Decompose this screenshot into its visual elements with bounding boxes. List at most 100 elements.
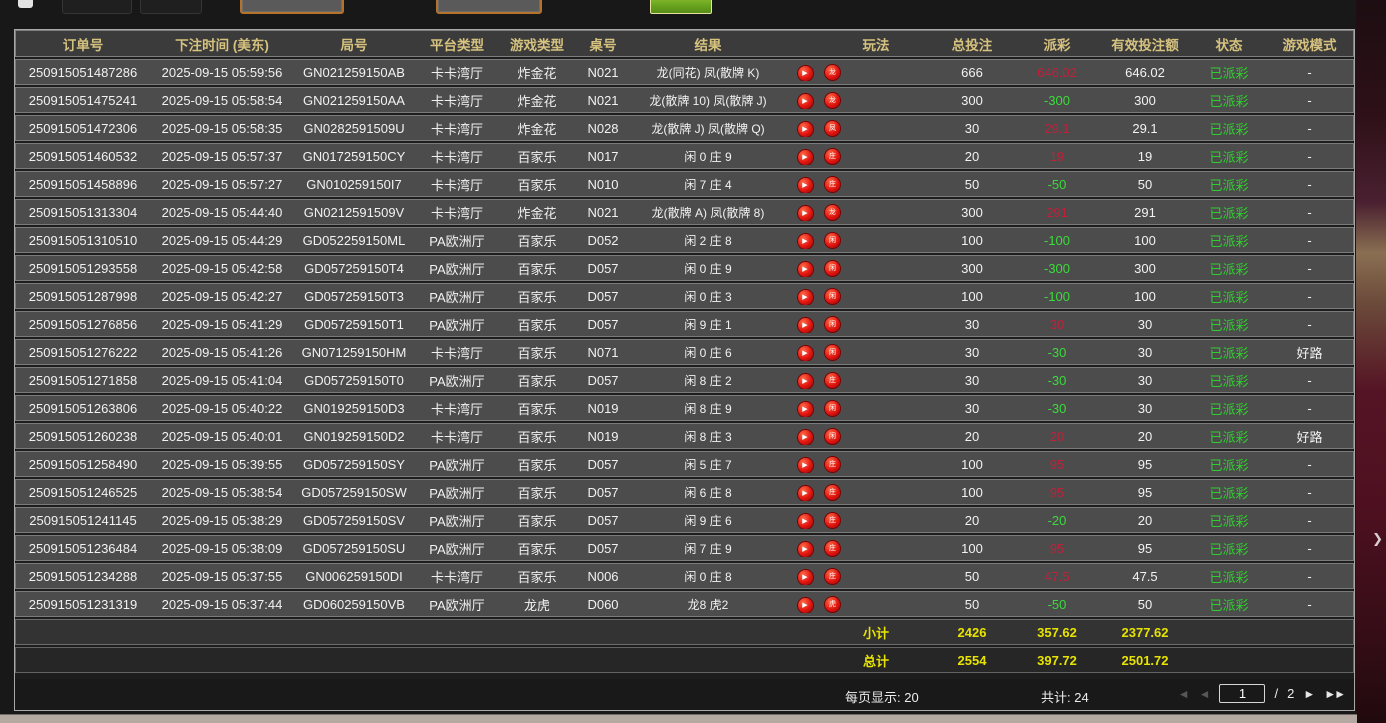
round-id: GN019259150D3 bbox=[293, 401, 415, 416]
first-page-button[interactable]: ◄ bbox=[1178, 687, 1190, 701]
total-value: 2501.72 bbox=[1097, 653, 1193, 668]
payout-amount: 19 bbox=[1017, 149, 1097, 164]
play-video-icon[interactable]: ▶ bbox=[798, 542, 813, 557]
total-bet: 30 bbox=[927, 317, 1017, 332]
play-video-icon[interactable]: ▶ bbox=[798, 374, 813, 389]
payout-amount: -100 bbox=[1017, 233, 1097, 248]
table-row: 2509150513133042025-09-15 05:44:40GN0212… bbox=[15, 199, 1354, 225]
valid-bet: 30 bbox=[1097, 373, 1193, 388]
play-video-icon[interactable]: ▶ bbox=[798, 598, 813, 613]
round-id: GN010259150I7 bbox=[293, 177, 415, 192]
records-panel: 订单号下注时间 (美东)局号平台类型游戏类型桌号结果玩法总投注派彩有效投注额状态… bbox=[14, 29, 1355, 711]
game-mode: - bbox=[1265, 457, 1354, 472]
play-video-icon[interactable]: ▶ bbox=[798, 150, 813, 165]
bet-option: 庄 bbox=[825, 541, 840, 556]
round-id: GN021259150AB bbox=[293, 65, 415, 80]
bet-time: 2025-09-15 05:40:01 bbox=[151, 429, 293, 444]
status-text: 已派彩 bbox=[1193, 567, 1265, 586]
prev-page-button[interactable]: ◄ bbox=[1199, 687, 1211, 701]
play-video-icon[interactable]: ▶ bbox=[798, 486, 813, 501]
game-type: 百家乐 bbox=[499, 539, 575, 558]
play-video-icon[interactable]: ▶ bbox=[798, 430, 813, 445]
result-text: 闲 7 庄 4 bbox=[631, 176, 785, 193]
play-video-icon[interactable]: ▶ bbox=[798, 234, 813, 249]
valid-bet: 20 bbox=[1097, 429, 1193, 444]
play-button-cell: ▶ bbox=[785, 203, 825, 221]
play-video-icon[interactable]: ▶ bbox=[798, 346, 813, 361]
play-video-icon[interactable]: ▶ bbox=[798, 458, 813, 473]
play-button-cell: ▶ bbox=[785, 63, 825, 81]
valid-bet: 291 bbox=[1097, 205, 1193, 220]
round-id: GN071259150HM bbox=[293, 345, 415, 360]
play-button-cell: ▶ bbox=[785, 147, 825, 165]
play-video-icon[interactable]: ▶ bbox=[798, 318, 813, 333]
order-id: 250915051475241 bbox=[15, 93, 151, 108]
table-header: 订单号下注时间 (美东)局号平台类型游戏类型桌号结果玩法总投注派彩有效投注额状态… bbox=[15, 30, 1354, 57]
next-page-button[interactable]: ► bbox=[1303, 687, 1315, 701]
order-id: 250915051276222 bbox=[15, 345, 151, 360]
bet-option: 闲 bbox=[825, 429, 840, 444]
round-id: GN006259150DI bbox=[293, 569, 415, 584]
game-mode: - bbox=[1265, 597, 1354, 612]
bet-option: 闲 bbox=[825, 401, 840, 416]
play-video-icon[interactable]: ▶ bbox=[798, 94, 813, 109]
result-text: 闲 6 庄 8 bbox=[631, 484, 785, 501]
play-video-icon[interactable]: ▶ bbox=[798, 66, 813, 81]
total-bet: 300 bbox=[927, 205, 1017, 220]
game-mode: - bbox=[1265, 149, 1354, 164]
table-number: N019 bbox=[575, 429, 631, 444]
order-id: 250915051241145 bbox=[15, 513, 151, 528]
bet-time: 2025-09-15 05:38:29 bbox=[151, 513, 293, 528]
valid-bet: 29.1 bbox=[1097, 121, 1193, 136]
payout-amount: 95 bbox=[1017, 541, 1097, 556]
toolbar-search-button[interactable] bbox=[650, 0, 712, 14]
total-bet: 30 bbox=[927, 401, 1017, 416]
table-row: 2509150514872862025-09-15 05:59:56GN0212… bbox=[15, 59, 1354, 85]
play-video-icon[interactable]: ▶ bbox=[798, 262, 813, 277]
payout-amount: 95 bbox=[1017, 485, 1097, 500]
round-id: GD057259150SV bbox=[293, 513, 415, 528]
total-value: 2426 bbox=[927, 625, 1017, 640]
play-video-icon[interactable]: ▶ bbox=[798, 402, 813, 417]
round-id: GD057259150T4 bbox=[293, 261, 415, 276]
bet-time: 2025-09-15 05:57:27 bbox=[151, 177, 293, 192]
total-bet: 20 bbox=[927, 429, 1017, 444]
game-type: 百家乐 bbox=[499, 287, 575, 306]
play-video-icon[interactable]: ▶ bbox=[798, 206, 813, 221]
valid-bet: 300 bbox=[1097, 261, 1193, 276]
payout-amount: 646.02 bbox=[1017, 65, 1097, 80]
toolbar-button-1[interactable] bbox=[62, 0, 132, 14]
platform-type: PA欧洲厅 bbox=[415, 483, 499, 502]
status-text: 已派彩 bbox=[1193, 371, 1265, 390]
bet-time: 2025-09-15 05:40:22 bbox=[151, 401, 293, 416]
play-video-icon[interactable]: ▶ bbox=[798, 290, 813, 305]
platform-type: PA欧洲厅 bbox=[415, 231, 499, 250]
bet-time: 2025-09-15 05:37:55 bbox=[151, 569, 293, 584]
round-id: GN0212591509V bbox=[293, 205, 415, 220]
bet-time: 2025-09-15 05:57:37 bbox=[151, 149, 293, 164]
bet-time: 2025-09-15 05:41:04 bbox=[151, 373, 293, 388]
game-mode: - bbox=[1265, 541, 1354, 556]
bet-option: 庄 bbox=[825, 177, 840, 192]
chevron-right-icon[interactable]: ❯ bbox=[1372, 531, 1383, 547]
order-id: 250915051234288 bbox=[15, 569, 151, 584]
toolbar-button-2[interactable] bbox=[140, 0, 202, 14]
play-video-icon[interactable]: ▶ bbox=[798, 178, 813, 193]
round-id: GD057259150SY bbox=[293, 457, 415, 472]
table-number: N006 bbox=[575, 569, 631, 584]
column-header: 派彩 bbox=[1017, 34, 1097, 54]
order-id: 250915051287998 bbox=[15, 289, 151, 304]
play-video-icon[interactable]: ▶ bbox=[798, 514, 813, 529]
game-type: 百家乐 bbox=[499, 371, 575, 390]
platform-type: 卡卡湾厅 bbox=[415, 203, 499, 222]
page-input[interactable] bbox=[1219, 684, 1265, 703]
table-number: D057 bbox=[575, 541, 631, 556]
table-number: D057 bbox=[575, 457, 631, 472]
toolbar-select-2[interactable] bbox=[436, 0, 542, 14]
play-video-icon[interactable]: ▶ bbox=[798, 122, 813, 137]
play-video-icon[interactable]: ▶ bbox=[798, 570, 813, 585]
toolbar-chip[interactable] bbox=[18, 0, 33, 8]
last-page-button[interactable]: ►► bbox=[1324, 687, 1344, 701]
toolbar-select-1[interactable] bbox=[240, 0, 344, 14]
bet-time: 2025-09-15 05:59:56 bbox=[151, 65, 293, 80]
